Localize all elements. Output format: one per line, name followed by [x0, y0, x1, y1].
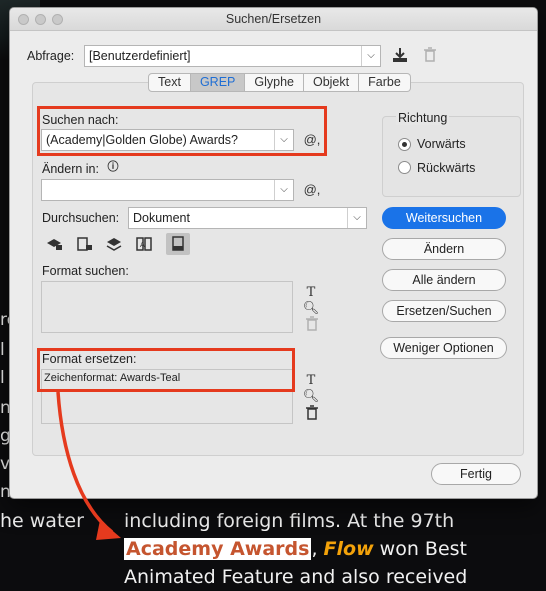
annotation-arrow-head [96, 520, 121, 540]
annotation-arrow [56, 391, 121, 540]
annotation-arrow-line [56, 391, 114, 534]
